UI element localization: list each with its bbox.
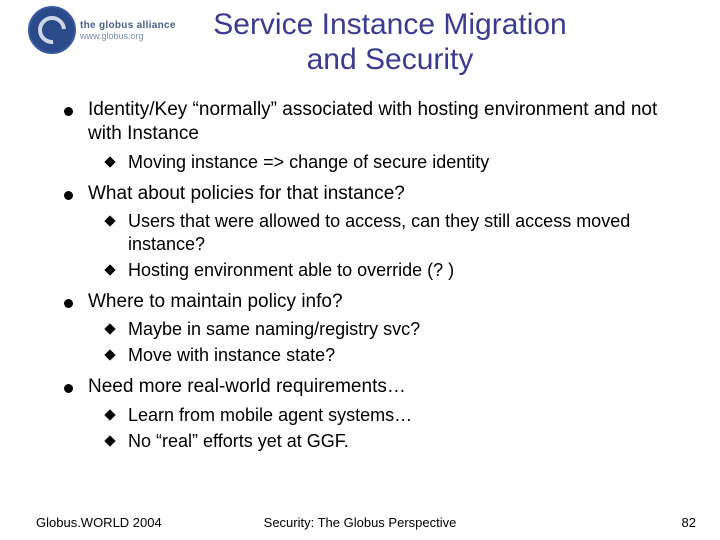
slide-content: Identity/Key “normally” associated with … <box>64 98 680 461</box>
bullet-text: Need more real-world requirements… <box>88 376 406 397</box>
title-line2: and Security <box>307 43 474 76</box>
bullet-item: Identity/Key “normally” associated with … <box>64 98 680 174</box>
title-line1: Service Instance Migration <box>213 8 567 41</box>
sub-bullet: Learn from mobile agent systems… <box>88 404 680 427</box>
sub-bullet: Move with instance state? <box>88 344 680 367</box>
sub-bullet: Maybe in same naming/registry svc? <box>88 318 680 341</box>
sub-bullet: Users that were allowed to access, can t… <box>88 210 680 256</box>
footer-center: Security: The Globus Perspective <box>264 515 457 530</box>
slide-title: Service Instance Migration and Security <box>0 8 720 77</box>
slide: the globus alliance www.globus.org Servi… <box>0 0 720 540</box>
sub-bullet: Hosting environment able to override (? … <box>88 259 680 282</box>
bullet-item: Where to maintain policy info? Maybe in … <box>64 290 680 367</box>
page-number: 82 <box>682 515 696 530</box>
footer-left: Globus.WORLD 2004 <box>36 515 162 530</box>
bullet-text: What about policies for that instance? <box>88 183 405 204</box>
bullet-item: What about policies for that instance? U… <box>64 182 680 282</box>
slide-footer: Globus.WORLD 2004 Security: The Globus P… <box>0 515 720 530</box>
bullet-list: Identity/Key “normally” associated with … <box>64 98 680 453</box>
sub-bullet: No “real” efforts yet at GGF. <box>88 430 680 453</box>
sub-bullet: Moving instance => change of secure iden… <box>88 151 680 174</box>
bullet-item: Need more real-world requirements… Learn… <box>64 375 680 452</box>
bullet-text: Identity/Key “normally” associated with … <box>88 99 657 144</box>
bullet-text: Where to maintain policy info? <box>88 291 343 312</box>
